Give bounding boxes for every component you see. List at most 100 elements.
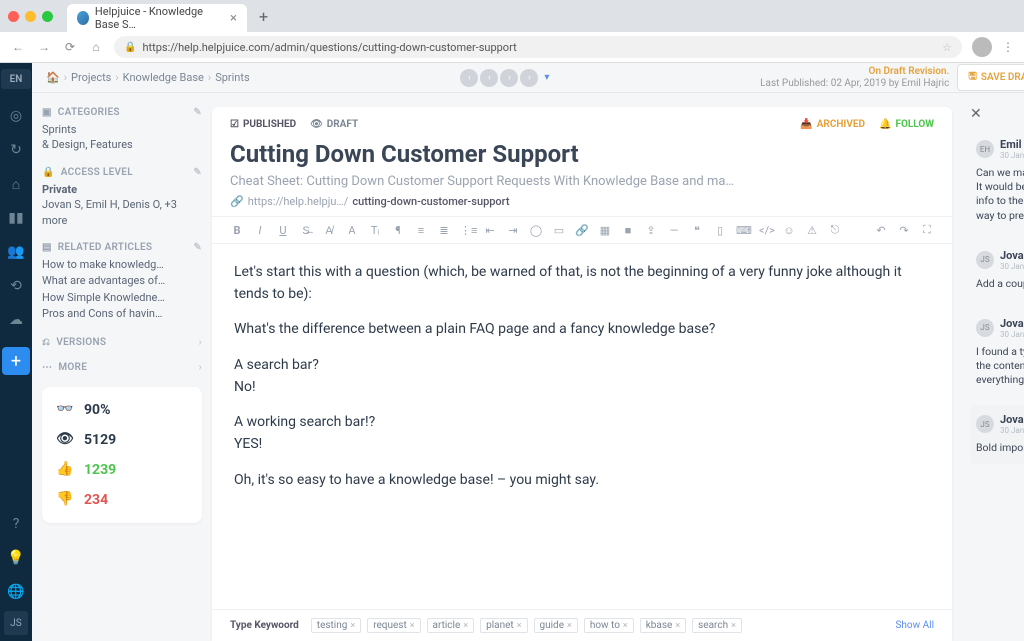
tag[interactable]: testing× [311, 618, 361, 633]
tag[interactable]: search× [692, 618, 742, 633]
archived-button[interactable]: 📥ARCHIVED [800, 119, 865, 130]
related-link[interactable]: How Simple Knowledne… [42, 290, 202, 307]
tag-remove-icon[interactable]: × [623, 621, 628, 631]
paragraph[interactable]: What's the difference between a plain FA… [234, 319, 930, 341]
list-ol-icon[interactable]: ≣ [437, 224, 451, 237]
published-tab[interactable]: ☑PUBLISHED [230, 119, 296, 130]
article-subtitle[interactable]: Cheat Sheet: Cutting Down Customer Suppo… [230, 174, 934, 189]
rail-help-icon[interactable]: ? [0, 509, 32, 539]
nav-home-icon[interactable]: ⌂ [88, 39, 104, 55]
window-zoom[interactable] [42, 11, 53, 22]
tag[interactable]: article× [427, 618, 475, 633]
tag[interactable]: how to× [584, 618, 634, 633]
paragraph[interactable]: A search bar? No! [234, 355, 930, 398]
window-close[interactable] [8, 11, 19, 22]
tab-close-icon[interactable]: × [230, 11, 237, 26]
rail-dashboard-icon[interactable]: ◎ [0, 101, 32, 131]
tag-remove-icon[interactable]: × [567, 621, 572, 631]
paragraph-icon[interactable]: ¶ [391, 224, 405, 237]
paragraph[interactable]: Let's start this with a question (which,… [234, 262, 930, 305]
url-slug[interactable]: cutting-down-customer-support [352, 195, 509, 208]
rev-dropdown-icon[interactable]: ▾ [544, 72, 549, 83]
embed-icon[interactable]: </> [759, 224, 773, 237]
strike-icon[interactable]: S̶ [299, 224, 313, 237]
comment[interactable]: JSJovan Savic30 Jan, 13:47Resolve⋮ Bold … [970, 405, 1024, 463]
close-comments-icon[interactable]: ✕ [970, 106, 982, 122]
tag[interactable]: planet× [480, 618, 527, 633]
emoji-icon[interactable]: ☺ [782, 224, 796, 237]
bookmark-icon[interactable]: ☆ [942, 41, 952, 54]
rev-pill[interactable]: ‹ [480, 69, 498, 87]
rail-refresh-icon[interactable]: ⟲ [0, 271, 32, 301]
warn-icon[interactable]: ⚠ [805, 224, 819, 237]
tag[interactable]: guide× [534, 618, 578, 633]
comment[interactable]: JSJovan Savic30 Jan, 13:47Resolve⋮ Add a… [970, 241, 1024, 299]
edit-icon[interactable]: ✎ [193, 242, 202, 253]
nav-back-icon[interactable]: ← [10, 39, 26, 55]
tag-remove-icon[interactable]: × [463, 621, 468, 631]
list-ul-icon[interactable]: ⋮≡ [460, 224, 474, 237]
tag[interactable]: kbase× [640, 618, 686, 633]
nav-reload-icon[interactable]: ⟳ [62, 39, 78, 55]
revision-nav[interactable]: ‹ ‹ › › ▾ [460, 69, 549, 87]
rev-pill[interactable]: › [500, 69, 518, 87]
upload-icon[interactable]: ⇪ [644, 224, 658, 237]
rail-upload-icon[interactable]: ☁ [0, 305, 32, 335]
comment[interactable]: EHEmil Hajric30 Jan, 13:47Resolve⋮ Can w… [970, 130, 1024, 231]
italic-icon[interactable]: I [253, 224, 267, 237]
breadcrumb-item[interactable]: Projects [71, 71, 111, 84]
bold-icon[interactable]: B [230, 224, 244, 237]
paragraph[interactable]: Oh, it's so easy to have a knowledge bas… [234, 470, 930, 492]
paragraph[interactable]: A working search bar!? YES! [234, 412, 930, 455]
font-icon[interactable]: A [345, 224, 359, 237]
related-link[interactable]: What are advantages of… [42, 273, 202, 290]
table-icon[interactable]: ▦ [598, 224, 612, 237]
rev-pill[interactable]: ‹ [460, 69, 478, 87]
tag-remove-icon[interactable]: × [410, 621, 415, 631]
rail-add-button[interactable]: + [2, 347, 30, 375]
draft-tab[interactable]: 👁DRAFT [310, 119, 358, 130]
tag-remove-icon[interactable]: × [731, 621, 736, 631]
indent-icon[interactable]: ⇥ [506, 224, 520, 237]
image-icon[interactable]: ▭ [552, 224, 566, 237]
follow-button[interactable]: 🔔FOLLOW [879, 119, 934, 130]
browser-tab[interactable]: Helpjuice - Knowledge Base S… × [67, 4, 247, 32]
rev-pill[interactable]: › [520, 69, 538, 87]
more-section[interactable]: ⋯MORE› [42, 362, 202, 373]
save-draft-button[interactable]: 🖫 SAVE DRAFT [957, 64, 1024, 91]
article-title[interactable]: Cutting Down Customer Support [230, 140, 934, 168]
tag-input-label[interactable]: Type Keywoord [230, 620, 299, 631]
language-selector[interactable]: EN [1, 69, 31, 89]
browser-menu-icon[interactable]: ⋮ [1002, 40, 1014, 54]
tag-remove-icon[interactable]: × [517, 621, 522, 631]
align-icon[interactable]: ≡ [414, 224, 428, 237]
show-all-tags[interactable]: Show All [895, 620, 934, 631]
rail-globe-icon[interactable]: 🌐 [0, 577, 32, 607]
breadcrumb-item[interactable]: Knowledge Base [123, 71, 204, 84]
nav-forward-icon[interactable]: → [36, 39, 52, 55]
article-url[interactable]: 🔗 https://help.helpju…/cutting-down-cust… [230, 195, 934, 208]
edit-icon[interactable]: ✎ [193, 107, 202, 118]
breadcrumb-home-icon[interactable]: 🏠 [46, 71, 60, 84]
breadcrumb-item[interactable]: Sprints [215, 71, 249, 84]
hr-icon[interactable]: ― [667, 224, 681, 237]
related-link[interactable]: Pros and Cons of havin… [42, 306, 202, 323]
window-minimize[interactable] [25, 11, 36, 22]
tag-remove-icon[interactable]: × [350, 621, 355, 631]
rail-users-icon[interactable]: 👥 [0, 237, 32, 267]
clear-icon[interactable]: A̸ [322, 224, 336, 237]
file-icon[interactable]: ▯ [713, 224, 727, 237]
versions-section[interactable]: ⎌VERSIONS› [42, 337, 202, 348]
comment[interactable]: JSJovan Savic30 Jan, 13:47Resolve⋮ I fou… [970, 309, 1024, 396]
undo-icon[interactable]: ↶ [874, 224, 888, 237]
editor-body[interactable]: Let's start this with a question (which,… [212, 244, 952, 609]
profile-avatar[interactable] [972, 37, 992, 57]
video-icon[interactable]: ■ [621, 224, 635, 237]
code-icon[interactable]: ⌨ [736, 224, 750, 237]
rail-history-icon[interactable]: ↻ [0, 135, 32, 165]
fullscreen-icon[interactable]: ⛶ [920, 223, 934, 237]
tag-remove-icon[interactable]: × [675, 621, 680, 631]
textsize-icon[interactable]: Tᵢ [368, 224, 382, 237]
edit-icon[interactable]: ✎ [193, 167, 202, 178]
related-link[interactable]: How to make knowledg… [42, 257, 202, 274]
